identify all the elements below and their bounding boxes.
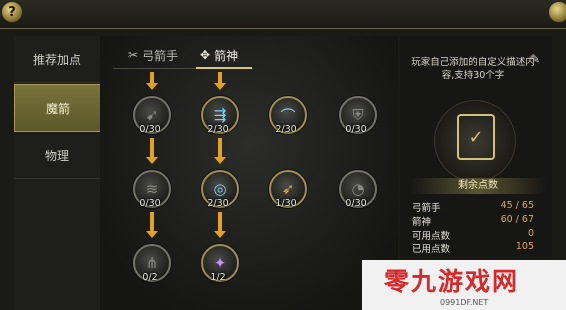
clipboard-check-icon: ✓	[457, 114, 495, 160]
skill-points: 0/30	[139, 198, 161, 209]
skill-points: 0/30	[345, 124, 367, 135]
remaining-points-title: 剩余点数	[410, 178, 546, 194]
stat-value: 105	[515, 241, 534, 252]
stat-row: 箭神 60 / 67	[412, 214, 534, 228]
shield-icon: ⛨	[352, 106, 364, 124]
sidebar-item-physical[interactable]: 物理	[14, 132, 100, 179]
bow-icon: ➹	[145, 106, 159, 124]
sidebar-item-magic-arrow[interactable]: 魔箭	[14, 84, 108, 132]
multi-shot-icon: ≋	[145, 180, 159, 198]
stat-row: 可用点数 0	[412, 228, 534, 242]
stat-value: 0	[527, 228, 534, 239]
skill-points: 2/30	[275, 124, 297, 135]
tab-arrow-god[interactable]: ✥ 箭神	[200, 44, 238, 66]
tab-label: 箭神	[214, 48, 239, 63]
crossed-arrows-icon: ✥	[200, 48, 211, 62]
vortex-arrow-icon: ◎	[213, 180, 227, 198]
connector-arrow	[146, 138, 158, 164]
skill-points: 2/30	[207, 198, 229, 209]
skill-points: 0/30	[139, 124, 161, 135]
skill-points: 2/30	[207, 124, 229, 135]
magic-bow-icon: ✦	[213, 254, 227, 272]
sidebar-item-recommended[interactable]: 推荐加点	[14, 36, 100, 83]
window-top-frame	[0, 0, 566, 29]
connector-arrow	[214, 212, 226, 238]
triple-arrow-icon: ⇶	[213, 106, 227, 124]
tab-archer[interactable]: ✂ 弓箭手	[128, 44, 178, 66]
connector-arrow	[214, 72, 226, 90]
stat-row: 弓箭手 45 / 65	[412, 200, 534, 214]
stat-label: 可用点数	[412, 231, 451, 242]
gauge-icon: ◔	[351, 180, 365, 198]
connector-arrow	[146, 212, 158, 238]
connector-arrow	[146, 72, 158, 90]
stat-value: 45 / 65	[500, 200, 534, 211]
stat-value: 60 / 67	[500, 214, 534, 225]
connector-arrow	[214, 138, 226, 164]
edit-icon[interactable]: ✎	[530, 52, 540, 66]
help-button[interactable]: ?	[1, 1, 23, 23]
arc-up-icon: ⌒	[280, 106, 296, 125]
stat-row: 已用点数 105	[412, 241, 534, 255]
skill-points: 1/30	[275, 198, 297, 209]
stat-label: 弓箭手	[412, 203, 441, 214]
skill-points: 1/2	[210, 272, 226, 283]
skill-points: 0/2	[142, 272, 158, 283]
active-tab-indicator	[196, 67, 252, 69]
rain-arrow-icon: ⋔	[145, 254, 159, 272]
watermark-title: 零九游戏网	[384, 267, 520, 296]
stat-label: 已用点数	[412, 244, 451, 255]
skill-points: 0/30	[345, 198, 367, 209]
stat-label: 箭神	[412, 217, 432, 228]
custom-description: 玩家自己添加的自定义描述内容,支持30个字	[411, 57, 535, 81]
golden-arrow-icon: ➶	[281, 180, 295, 198]
corner-ornament-icon	[548, 1, 566, 23]
crossed-bows-icon: ✂	[128, 48, 139, 62]
watermark-url: 0991DF.NET	[440, 298, 489, 307]
tab-label: 弓箭手	[142, 48, 179, 63]
